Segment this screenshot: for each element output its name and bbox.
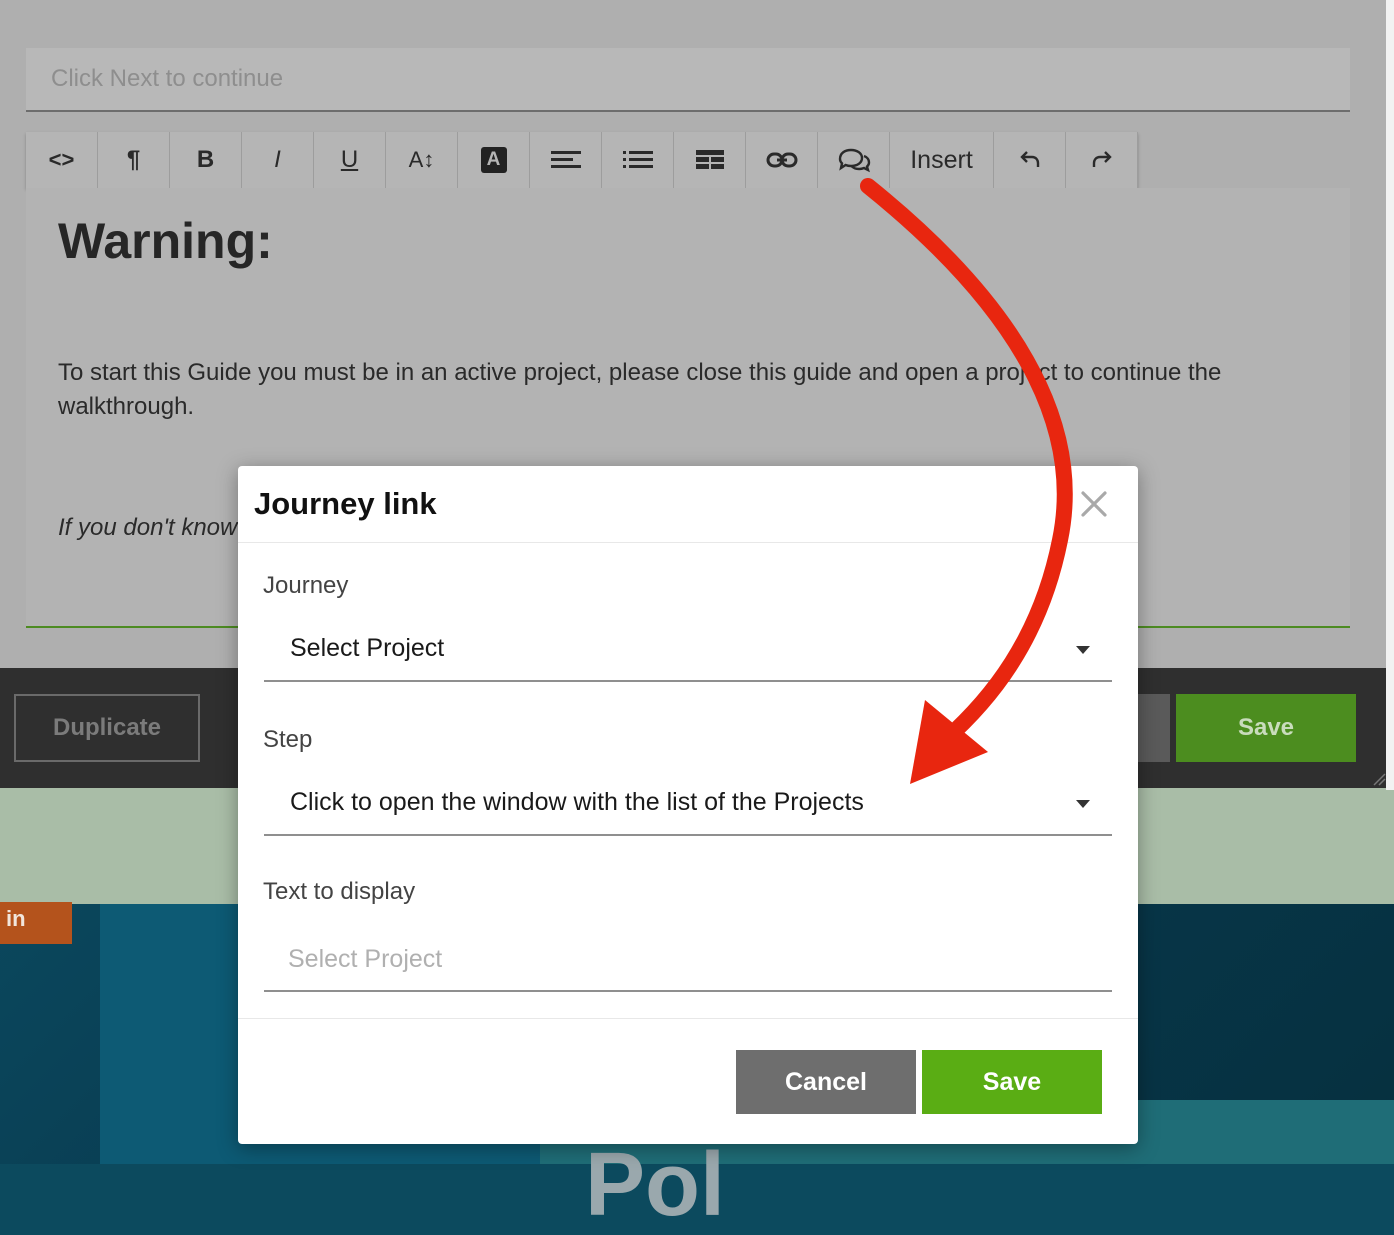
font-color-button[interactable]: A	[458, 132, 530, 188]
editor-edge	[1386, 0, 1394, 790]
font-size-button[interactable]: A↕	[386, 132, 458, 188]
content-heading: Warning:	[58, 213, 273, 269]
underline-button[interactable]: U	[314, 132, 386, 188]
undo-button[interactable]	[994, 132, 1066, 188]
content-italic-line: If you don't know	[58, 514, 238, 541]
journey-select-value: Select Project	[290, 634, 445, 662]
italic-button[interactable]: I	[242, 132, 314, 188]
dialog-header: Journey link	[238, 466, 1138, 543]
cancel-button[interactable]: Cancel	[736, 1050, 916, 1114]
italic-icon: I	[274, 146, 281, 173]
insert-button[interactable]: Insert	[890, 132, 994, 188]
journey-link-button[interactable]	[818, 132, 890, 188]
paragraph-button[interactable]: ¶	[98, 132, 170, 188]
chevron-down-icon	[1076, 646, 1090, 654]
table-icon	[695, 150, 724, 169]
font-color-icon: A	[480, 147, 507, 173]
code-view-icon: <>	[48, 147, 75, 172]
step-select-value: Click to open the window with the list o…	[290, 788, 864, 816]
list-button[interactable]	[602, 132, 674, 188]
bold-icon: B	[196, 146, 215, 173]
dialog-title: Journey link	[254, 486, 437, 521]
align-icon	[550, 151, 581, 168]
step-label: Step	[263, 726, 313, 753]
journey-link-dialog: Journey link Journey Select Project Step…	[238, 466, 1138, 1144]
link-icon	[766, 152, 797, 168]
journey-label: Journey	[263, 572, 349, 599]
close-icon[interactable]	[1078, 488, 1110, 520]
text-to-display-label: Text to display	[263, 878, 416, 905]
redo-button[interactable]	[1066, 132, 1138, 188]
chevron-down-icon	[1076, 800, 1090, 808]
background-heading: Pol	[585, 1135, 726, 1235]
step-title-field[interactable]	[26, 48, 1350, 112]
code-view-button[interactable]: <>	[26, 132, 98, 188]
font-size-icon: A↕	[408, 147, 435, 172]
list-icon	[622, 151, 653, 168]
journey-link-icon	[838, 148, 870, 173]
table-button[interactable]	[674, 132, 746, 188]
link-button[interactable]	[746, 132, 818, 188]
save-button[interactable]: Save	[922, 1050, 1102, 1114]
dialog-footer-divider	[238, 1018, 1138, 1019]
step-select[interactable]: Click to open the window with the list o…	[264, 774, 1112, 836]
editor-save-button[interactable]: Save	[1176, 694, 1356, 762]
text-to-display-input[interactable]	[264, 928, 1112, 990]
redo-icon	[1092, 151, 1112, 167]
undo-icon	[1019, 151, 1039, 167]
text-to-display-field[interactable]	[264, 928, 1112, 992]
journey-select[interactable]: Select Project	[264, 620, 1112, 682]
align-button[interactable]	[530, 132, 602, 188]
resize-grip-icon[interactable]	[1370, 770, 1386, 786]
content-paragraph: To start this Guide you must be in an ac…	[58, 359, 1222, 420]
duplicate-button[interactable]: Duplicate	[14, 694, 200, 762]
background-side-tab[interactable]: in	[0, 902, 72, 944]
underline-icon: U	[340, 146, 359, 173]
step-title-input[interactable]	[26, 48, 1350, 110]
paragraph-icon: ¶	[126, 146, 141, 173]
bold-button[interactable]: B	[170, 132, 242, 188]
editor-toolbar: <> ¶ B I U A↕ A Insert	[26, 132, 1138, 188]
